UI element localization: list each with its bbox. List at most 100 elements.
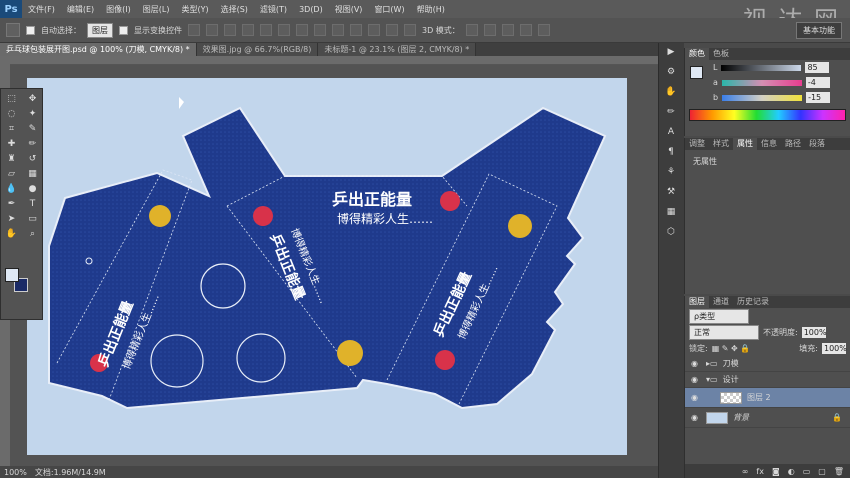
distribute-hcenter-icon[interactable]: [368, 24, 380, 36]
tab-color[interactable]: 颜色: [685, 48, 709, 60]
path-select-icon[interactable]: ➤: [1, 211, 22, 226]
align-hcenter-icon[interactable]: [260, 24, 272, 36]
3d-slide-icon[interactable]: [519, 24, 532, 36]
foreground-color-swatch[interactable]: [5, 268, 19, 282]
tab-info[interactable]: 信息: [757, 138, 781, 150]
paragraph-icon[interactable]: ¶: [662, 147, 680, 163]
move-tool-icon[interactable]: ✥: [22, 91, 43, 106]
zoom-tool-icon[interactable]: ⌕: [22, 226, 43, 241]
3d-pan-icon[interactable]: [501, 24, 514, 36]
layer-row-selected[interactable]: ◉ 图层 2: [685, 388, 850, 408]
gradient-tool-icon[interactable]: ▦: [22, 166, 43, 181]
tab-layers[interactable]: 图层: [685, 296, 709, 308]
menu-edit[interactable]: 编辑(E): [61, 4, 100, 15]
lasso-tool-icon[interactable]: ◌: [1, 106, 22, 121]
lab-l-slider[interactable]: [721, 64, 802, 71]
distribute-left-icon[interactable]: [350, 24, 362, 36]
eraser-icon[interactable]: ▱: [1, 166, 22, 181]
3d-scale-icon[interactable]: [537, 24, 550, 36]
layer-row-group[interactable]: ◉ ▸▭ 刀模: [685, 356, 850, 372]
auto-align-icon[interactable]: [404, 24, 416, 36]
3d-roll-icon[interactable]: [483, 24, 496, 36]
move-tool-preset-icon[interactable]: [6, 23, 20, 37]
clone-source-icon[interactable]: ⚘: [662, 167, 680, 183]
lab-a-slider[interactable]: [721, 79, 802, 86]
shape-tool-icon[interactable]: ▭: [22, 211, 43, 226]
fill-input[interactable]: 100%: [822, 342, 847, 354]
magic-wand-icon[interactable]: ✦: [22, 106, 43, 121]
tool-preset-icon[interactable]: ⚒: [662, 187, 680, 203]
new-group-icon[interactable]: ▭: [803, 467, 811, 476]
menu-layer[interactable]: 图层(L): [137, 4, 176, 15]
play-icon[interactable]: ▶: [662, 47, 680, 63]
fx-icon[interactable]: fx: [756, 467, 764, 476]
lab-l-input[interactable]: 85: [805, 62, 830, 73]
type-tool-icon[interactable]: T: [22, 196, 43, 211]
eyedropper-icon[interactable]: ✎: [22, 121, 43, 136]
distribute-top-icon[interactable]: [296, 24, 308, 36]
tab-swatches[interactable]: 色板: [709, 48, 733, 60]
actions-icon[interactable]: ✋: [662, 87, 680, 103]
tab-paragraph[interactable]: 段落: [805, 138, 829, 150]
adjustment-icon[interactable]: ◐: [788, 467, 795, 476]
hand-tool-icon[interactable]: ✋: [1, 226, 22, 241]
menu-view[interactable]: 视图(V): [329, 4, 369, 15]
tab-adjustments[interactable]: 调整: [685, 138, 709, 150]
distribute-right-icon[interactable]: [386, 24, 398, 36]
new-layer-icon[interactable]: ▢: [818, 467, 826, 476]
layer-filter-dropdown[interactable]: ρ类型: [689, 308, 749, 324]
align-right-icon[interactable]: [278, 24, 290, 36]
crop-tool-icon[interactable]: ⌗: [1, 121, 22, 136]
artboard[interactable]: 乒出正能量 博得精彩人生…… 乒出正能量 博得精彩人生…… 乒出正能量 博得精彩…: [27, 78, 627, 455]
brush-preset-icon[interactable]: ✏: [662, 107, 680, 123]
healing-brush-icon[interactable]: ✚: [1, 136, 22, 151]
menu-type[interactable]: 类型(Y): [175, 4, 214, 15]
eye-icon[interactable]: ◉: [691, 413, 701, 422]
zoom-level[interactable]: 100%: [4, 468, 27, 477]
color-fg-swatch[interactable]: [690, 66, 703, 79]
eye-icon[interactable]: ◉: [691, 359, 701, 368]
tab-document-1[interactable]: 乒乓球包装展开图.psd @ 100% (刀模, CMYK/8) *: [0, 43, 197, 56]
lab-b-input[interactable]: -15: [806, 92, 831, 103]
align-top-icon[interactable]: [188, 24, 200, 36]
show-transform-checkbox[interactable]: [119, 25, 128, 35]
dodge-tool-icon[interactable]: ●: [22, 181, 43, 196]
tab-history[interactable]: 历史记录: [733, 296, 773, 308]
distribute-bottom-icon[interactable]: [332, 24, 344, 36]
menu-3d[interactable]: 3D(D): [293, 5, 329, 14]
brush-tool-icon[interactable]: ✏: [22, 136, 43, 151]
blur-tool-icon[interactable]: 💧: [1, 181, 22, 196]
blend-mode-dropdown[interactable]: 正常: [689, 324, 759, 340]
link-icon[interactable]: ∞: [742, 467, 749, 476]
tab-channels[interactable]: 通道: [709, 296, 733, 308]
color-spectrum-bar[interactable]: [689, 109, 846, 121]
align-vcenter-icon[interactable]: [206, 24, 218, 36]
lab-a-input[interactable]: -4: [805, 77, 830, 88]
marquee-tool-icon[interactable]: ⬚: [1, 91, 22, 106]
lab-b-slider[interactable]: [722, 94, 803, 101]
layer-row-background[interactable]: ◉ 背景 🔒: [685, 408, 850, 428]
3d-rotate-icon[interactable]: [465, 24, 478, 36]
auto-select-dropdown[interactable]: 图层: [87, 22, 113, 38]
layer-row-group[interactable]: ◉ ▾▭ 设计: [685, 372, 850, 388]
menu-filter[interactable]: 滤镜(T): [254, 4, 293, 15]
auto-select-checkbox[interactable]: [26, 25, 35, 35]
3d-panel-icon[interactable]: ⬡: [662, 227, 680, 243]
eye-icon[interactable]: ◉: [691, 393, 701, 402]
tab-styles[interactable]: 样式: [709, 138, 733, 150]
menu-help[interactable]: 帮助(H): [411, 4, 451, 15]
lock-icons[interactable]: ▦ ✎ ✥ 🔒: [712, 344, 751, 353]
character-icon[interactable]: A: [662, 127, 680, 143]
styles-icon[interactable]: ▦: [662, 207, 680, 223]
menu-window[interactable]: 窗口(W): [368, 4, 410, 15]
tab-document-3[interactable]: 未标题-1 @ 23.1% (图层 2, CMYK/8) *: [318, 43, 477, 56]
align-left-icon[interactable]: [242, 24, 254, 36]
menu-image[interactable]: 图像(I): [100, 4, 137, 15]
opacity-input[interactable]: 100%: [801, 326, 827, 338]
align-bottom-icon[interactable]: [224, 24, 236, 36]
tab-properties[interactable]: 属性: [733, 138, 757, 150]
tab-paths[interactable]: 路径: [781, 138, 805, 150]
trash-icon[interactable]: 🗑: [834, 467, 844, 476]
distribute-vcenter-icon[interactable]: [314, 24, 326, 36]
history-icon[interactable]: ⚙: [662, 67, 680, 83]
